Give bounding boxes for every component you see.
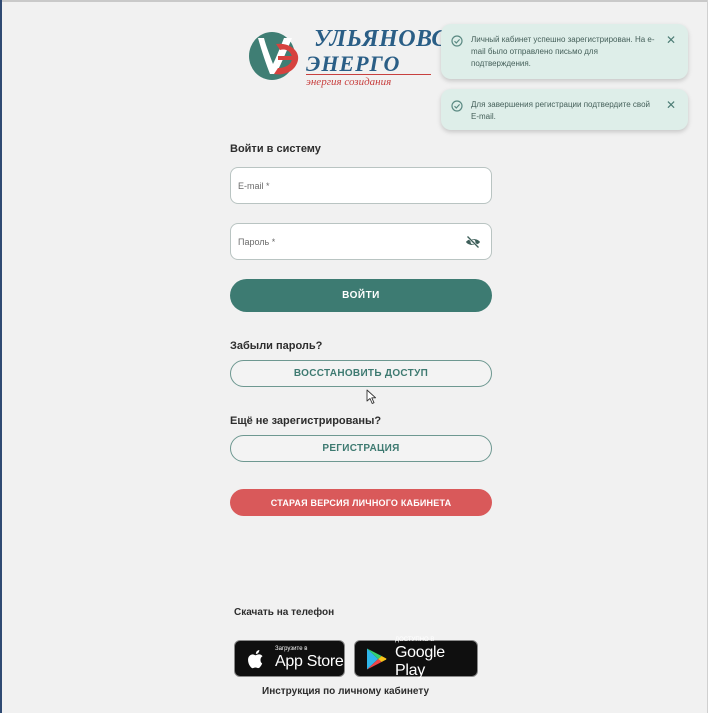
google-play-small-text: ДОСТУПНО В	[395, 637, 435, 643]
google-play-icon	[367, 648, 387, 669]
download-title: Скачать на телефон	[234, 607, 335, 618]
eye-off-icon[interactable]	[465, 235, 481, 249]
brand-logo: УЛЬЯНОВСК ЭНЕРГО энергия созидания	[248, 26, 464, 90]
email-input[interactable]	[231, 168, 491, 203]
toast-message: Личный кабинет успешно зарегистрирован. …	[471, 35, 655, 68]
toast-registration-success: Личный кабинет успешно зарегистрирован. …	[441, 24, 688, 79]
window-left-border	[0, 0, 2, 713]
email-field[interactable]	[230, 167, 492, 204]
not-registered-label: Ещё не зарегистрированы?	[230, 415, 382, 427]
login-title: Войти в систему	[230, 143, 321, 155]
google-play-big-text: Google Play	[395, 644, 445, 679]
password-input[interactable]	[231, 224, 491, 259]
brand-slogan: энергия созидания	[306, 74, 432, 88]
register-button[interactable]: РЕГИСТРАЦИЯ	[230, 435, 492, 462]
close-icon[interactable]: ✕	[664, 34, 678, 46]
app-store-big-text: App Store	[275, 653, 344, 670]
toast-confirm-email: Для завершения регистрации подтвердите с…	[441, 89, 688, 130]
mouse-cursor-icon	[366, 389, 377, 404]
manual-link[interactable]: Инструкция по личному кабинету	[262, 686, 429, 697]
toast-message: Для завершения регистрации подтвердите с…	[471, 100, 650, 121]
old-version-button[interactable]: СТАРАЯ ВЕРСИЯ ЛИЧНОГО КАБИНЕТА	[230, 489, 492, 516]
apple-icon	[248, 649, 263, 668]
app-store-small-text: Загрузите в	[275, 646, 308, 652]
check-circle-icon	[451, 35, 463, 47]
password-field[interactable]	[230, 223, 492, 260]
check-circle-icon	[451, 100, 463, 112]
google-play-button[interactable]: ДОСТУПНО В Google Play	[354, 637, 478, 679]
window-top-border	[0, 0, 708, 2]
brand-logo-icon	[249, 32, 299, 80]
app-store-button[interactable]: Загрузите в App Store	[234, 640, 345, 677]
forgot-password-label: Забыли пароль?	[230, 340, 323, 352]
close-icon[interactable]: ✕	[664, 99, 678, 111]
login-button[interactable]: ВОЙТИ	[230, 279, 492, 312]
recover-access-button[interactable]: ВОССТАНОВИТЬ ДОСТУП	[230, 360, 492, 387]
